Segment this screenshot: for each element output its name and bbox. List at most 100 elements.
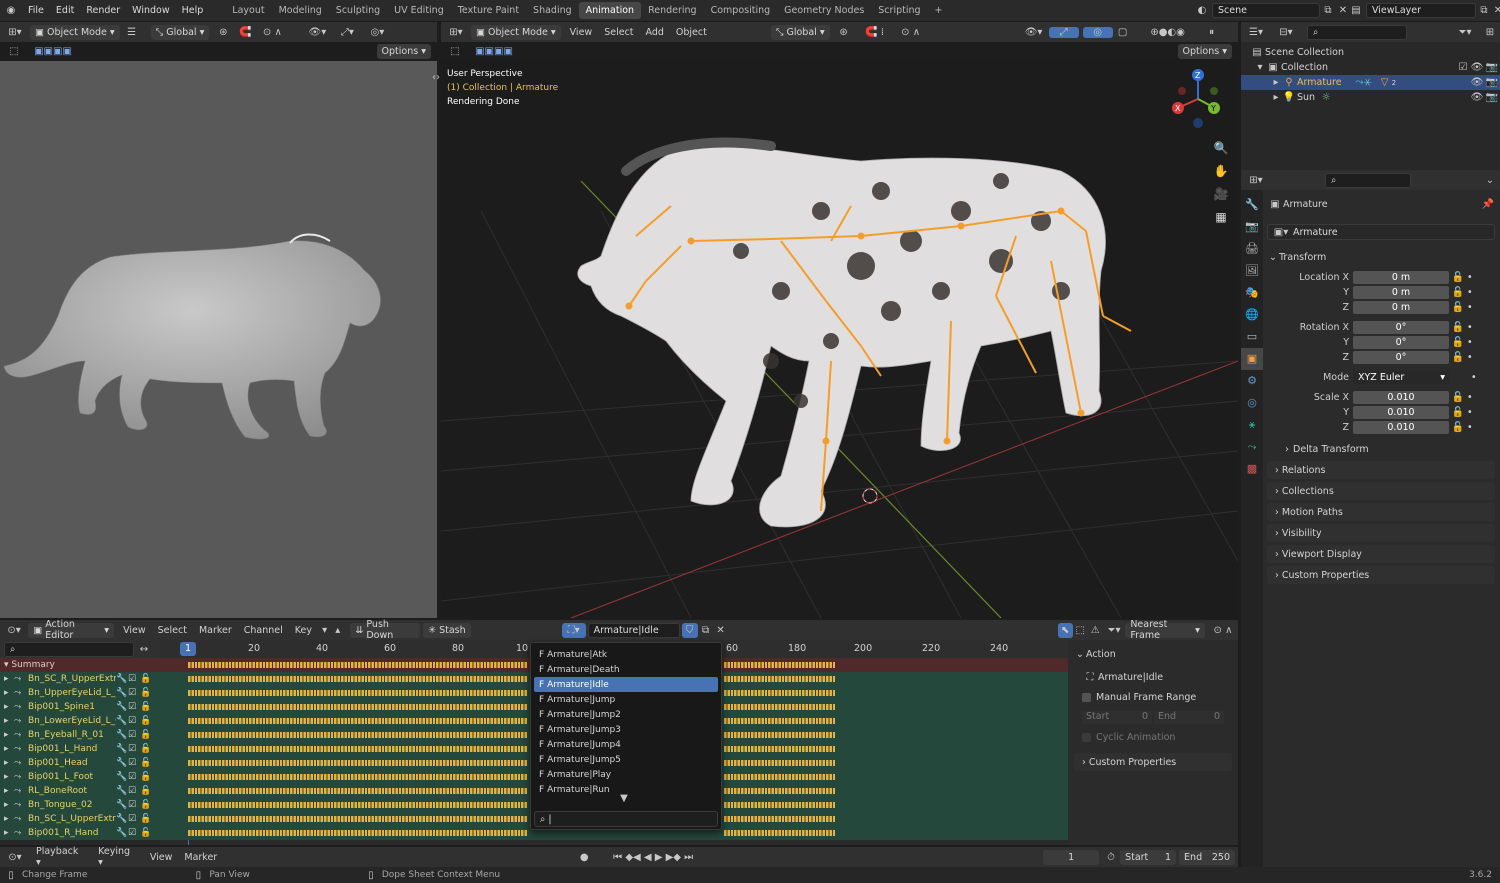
new-action-icon[interactable]: ⧉ [698,625,714,636]
gizmo-icon[interactable]: ⤢ [1048,26,1079,38]
tab-texture-paint[interactable]: Texture Paint [451,2,526,19]
lock-icon[interactable]: 🔓 [1449,352,1467,363]
menu-key[interactable]: Key [289,625,318,636]
motion-paths-panel[interactable]: › Motion Paths [1267,503,1495,521]
new-scene-icon[interactable]: ⧉ [1320,5,1336,16]
texture-tab-icon[interactable]: ▩ [1241,458,1263,480]
tab-layout[interactable]: Layout [225,2,271,19]
expand-arrow-icon[interactable]: ▸ [4,800,14,810]
tab-rendering[interactable]: Rendering [641,2,704,19]
show-hidden-icon[interactable]: ⬚ [1073,625,1088,636]
physics-tab-icon[interactable]: ◎ [1241,392,1263,414]
left-viewport[interactable] [0,61,437,618]
world-tab-icon[interactable]: 🌐 [1241,304,1263,326]
action-custom-properties-panel[interactable]: › Custom Properties [1074,753,1232,771]
viewport-display-panel[interactable]: › Viewport Display [1267,545,1495,563]
relations-panel[interactable]: › Relations [1267,461,1495,479]
wrench-icon[interactable]: 🔧 [116,744,128,754]
action-option[interactable]: F Armature|Jump4 [534,737,718,752]
menu-view[interactable]: View [144,852,179,863]
end-frame-field[interactable]: End 250 [1179,849,1236,865]
expand-arrow-icon[interactable]: ▸ [4,730,14,740]
action-option[interactable]: F Armature|Idle [534,677,718,692]
expand-arrow-icon[interactable]: ▸ [4,758,14,768]
expand-arrow-icon[interactable]: ▸ [4,688,14,698]
main-options-button[interactable]: Options ▾ [1177,43,1232,59]
current-frame-field[interactable]: 1 [1043,849,1100,865]
expand-arrow-icon[interactable]: ▸ [4,744,14,754]
gizmo-icon[interactable]: ⤢▾ [332,27,362,38]
keyframe-strip[interactable] [188,802,528,808]
manual-range-row[interactable]: Manual Frame Range [1074,689,1232,705]
action-option[interactable]: F Armature|Jump2 [534,707,718,722]
end-field[interactable]: End 0 [1154,710,1224,724]
keyframe-dot-icon[interactable]: • [1467,392,1473,403]
filter-icon[interactable]: ⏷▾ [1103,625,1126,636]
keyframe-dot-icon[interactable]: • [1471,372,1477,383]
properties-search-input[interactable]: ⌕ [1325,172,1411,188]
wrench-icon[interactable]: 🔧 [116,828,128,838]
keyframe-strip[interactable] [724,774,837,780]
keyframe-strip[interactable] [724,704,837,710]
checkbox-icon[interactable]: ☑ [1456,62,1470,73]
menu-object[interactable]: Object [670,27,713,38]
checkbox-icon[interactable]: ☑ [128,674,140,684]
keyframe-strip[interactable] [724,690,837,696]
scene-field[interactable]: Scene [1212,3,1320,18]
remove-view-layer-icon[interactable]: ✕ [1492,5,1500,16]
only-selected-icon[interactable]: ⬉ [1057,622,1073,638]
action-option[interactable]: F Armature|Jump [534,692,718,707]
channel-row[interactable]: ▸⤳ Bn_LowerEyeLid_L_01🔧☑🔓 [0,714,160,728]
checkbox-icon[interactable]: ☑ [128,786,140,796]
playback-controls-icon[interactable]: ⏮ ◆◀ ◀ ▶ ▶◆ ⏭ [603,852,703,863]
lock-icon[interactable]: 🔓 [1449,272,1467,283]
checkbox-icon[interactable]: ☑ [128,716,140,726]
menu-keying[interactable]: Keying ▾ [92,846,144,868]
proportional-icon[interactable]: ⊙ ∧ [256,27,288,38]
proportional-icon[interactable]: ⊙ ∧ [895,27,927,38]
new-view-layer-icon[interactable]: ⧉ [1476,5,1492,16]
checkbox-icon[interactable]: ☑ [128,758,140,768]
channel-row[interactable]: ▸ ⤳ Bip001_L_Hand 🔧 ☑ 🔓 [0,742,160,756]
push-down-button[interactable]: ⇊ Push Down [350,619,421,641]
action-browse-icon[interactable]: ⛶▾ [561,622,586,638]
keyframe-strip[interactable] [188,760,528,766]
channel-row[interactable]: ▸ ⤳ Bn_Tongue_02 🔧 ☑ 🔓 [0,798,160,812]
keyframe-strip[interactable] [724,788,837,794]
wrench-icon[interactable]: 🔧 [116,814,128,824]
tab-animation[interactable]: Animation [578,2,642,19]
tool-tab-icon[interactable]: 🔧 [1241,194,1263,216]
pause-render-icon[interactable]: ⏸ [1203,27,1221,38]
menu-edit[interactable]: Edit [50,5,80,16]
unlink-action-icon[interactable]: ✕ [714,625,728,636]
menu-marker[interactable]: Marker [178,852,223,863]
eye-icon[interactable]: 👁 [1470,62,1484,73]
perspective-grid-icon[interactable]: ▦ [1211,206,1231,229]
channel-row[interactable]: ▸⤳ Bn_UpperEyeLid_L_01🔧☑🔓 [0,686,160,700]
menu-select[interactable]: Select [598,27,639,38]
tab-modeling[interactable]: Modeling [272,2,329,19]
camera-icon[interactable]: 🎥 [1211,183,1231,206]
select-mode-icons[interactable]: ▣▣▣▣ [469,46,519,57]
object-tab-icon[interactable]: ▣ [1241,348,1263,370]
channel-row[interactable]: ▸ ⤳ RL_BoneRoot 🔧 ☑ 🔓 [0,784,160,798]
wrench-icon[interactable]: 🔧 [116,702,128,712]
lock-icon[interactable]: 🔓 [1449,392,1467,403]
checkbox-icon[interactable]: ☑ [128,828,140,838]
keyframe-dot-icon[interactable]: • [1467,352,1473,363]
transform-panel-header[interactable]: ⌄ Transform [1267,248,1495,266]
overlay-icon[interactable]: ◎ [1082,26,1113,38]
cyclic-row[interactable]: Cyclic Animation [1074,729,1232,745]
outliner-scene-collection[interactable]: ▤ Scene Collection [1241,45,1500,60]
menu-add[interactable]: Add [640,27,670,38]
select-mode-icons[interactable]: ▣▣▣▣ [28,46,78,57]
snap-icon[interactable]: 🧲 ⁞ [855,27,895,38]
keyframe-dot-icon[interactable]: • [1467,302,1473,313]
expand-arrow-icon[interactable]: ▸ [4,674,14,684]
select-tool-icon[interactable]: ⬚ [441,46,469,57]
view-layer-field[interactable]: ViewLayer [1366,3,1476,18]
output-tab-icon[interactable]: 🖨 [1241,238,1263,260]
keyframe-dot-icon[interactable]: • [1467,407,1473,418]
lock-icon[interactable]: 🔓 [140,758,152,768]
keyframe-strip[interactable] [188,690,528,696]
